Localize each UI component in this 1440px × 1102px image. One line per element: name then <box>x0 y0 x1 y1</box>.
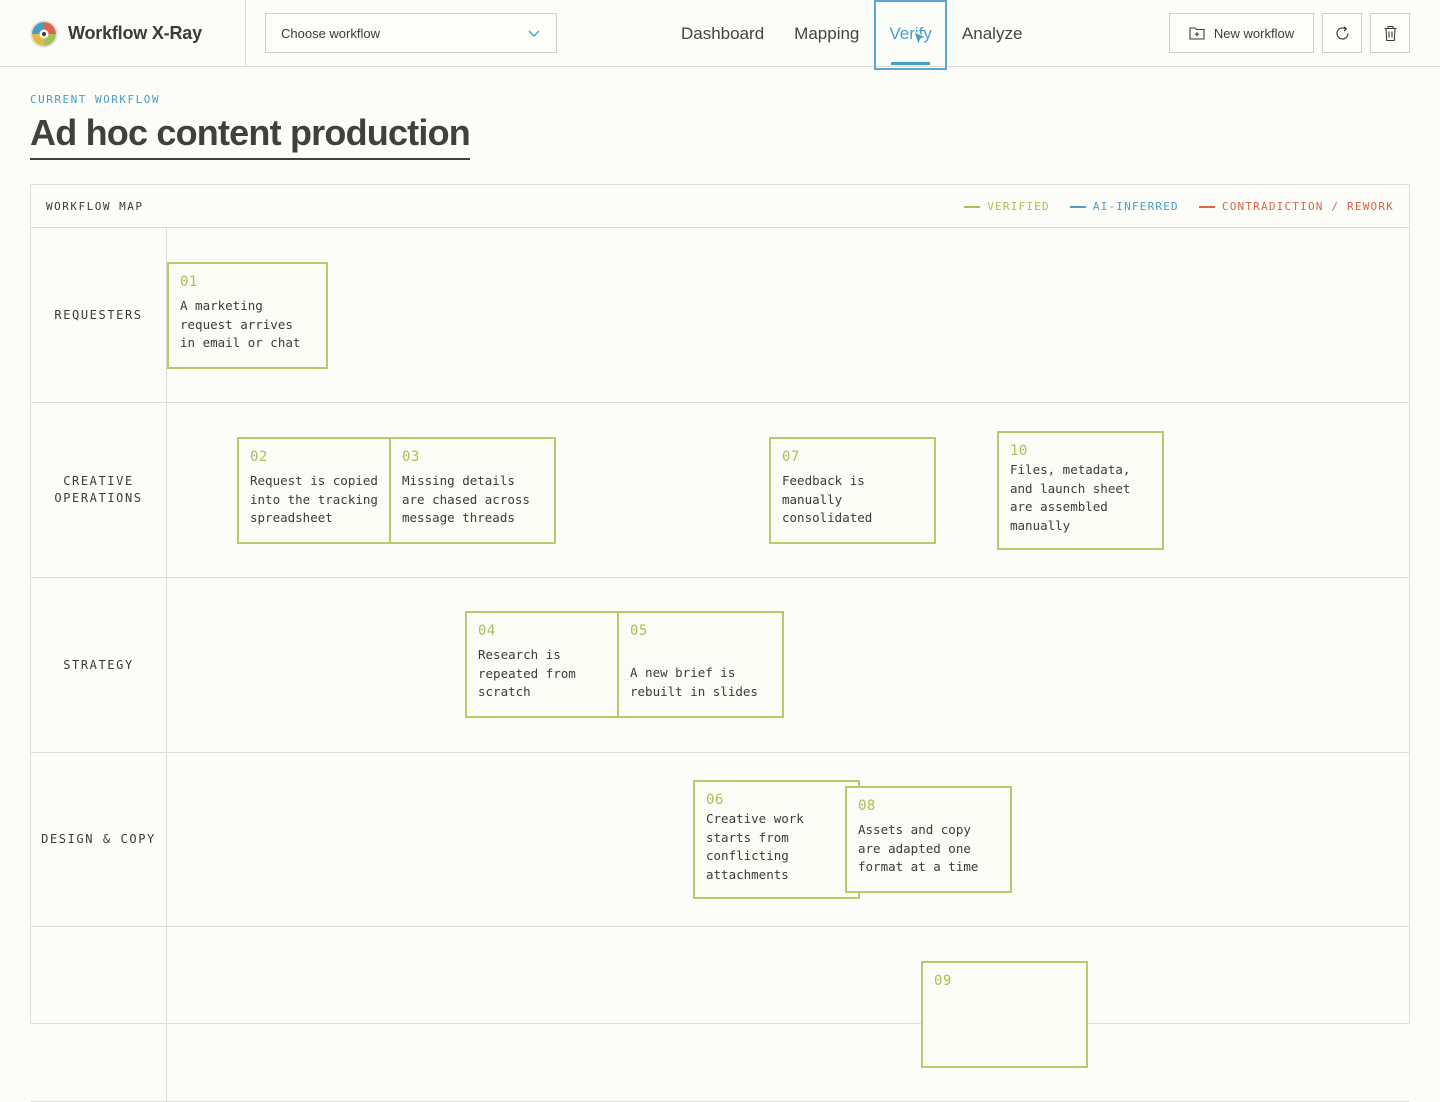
workflow-select[interactable]: Choose workflow <box>265 13 557 53</box>
lane-fifth <box>31 927 1409 1102</box>
step-card-03[interactable]: 03 Missing details are chased across mes… <box>389 437 556 544</box>
step-card-06[interactable]: 06 Creative work starts from conflicting… <box>693 780 860 899</box>
workflow-map: WORKFLOW MAP VERIFIED AI-INFERRED CONTRA… <box>30 184 1410 1102</box>
tab-dashboard[interactable]: Dashboard <box>666 0 779 67</box>
tab-analyze-label: Analyze <box>961 23 1023 43</box>
workflow-select-value: Choose workflow <box>281 25 380 41</box>
tab-mapping-label: Mapping <box>794 23 860 43</box>
step-text: A new brief is rebuilt in slides <box>630 665 758 699</box>
lane-label: DESIGN & COPY <box>31 752 167 926</box>
step-card-05[interactable]: 05 A new brief is rebuilt in slides <box>617 611 784 718</box>
step-number: 05 <box>630 623 648 639</box>
step-text: Feedback is manually consolidated <box>782 473 873 525</box>
step-text: Creative work starts from conflicting at… <box>706 811 804 882</box>
chevron-down-icon <box>528 30 540 37</box>
step-card-10[interactable]: 10 Files, metadata, and launch sheet are… <box>997 431 1164 550</box>
step-number: 01 <box>180 274 198 290</box>
step-number: 03 <box>402 449 420 465</box>
step-card-01[interactable]: 01 A marketing request arrives in email … <box>167 262 328 369</box>
step-card-07[interactable]: 07 Feedback is manually consolidated <box>769 437 936 544</box>
step-text: Research is repeated from scratch <box>478 647 576 699</box>
tab-active-indicator <box>891 62 930 65</box>
refresh-icon <box>1335 25 1349 39</box>
mouse-cursor-icon <box>913 31 928 47</box>
new-workflow-button[interactable]: New workflow <box>1169 13 1314 53</box>
delete-button[interactable] <box>1370 13 1410 53</box>
step-text: Missing details are chased across messag… <box>402 473 530 525</box>
step-text: Files, metadata, and launch sheet are as… <box>1010 462 1131 533</box>
tab-verify[interactable]: Verify <box>874 0 947 70</box>
lane-label: STRATEGY <box>31 578 167 752</box>
step-card-04[interactable]: 04 Research is repeated from scratch <box>465 611 619 718</box>
brand-logo-icon <box>30 20 58 47</box>
lane-label: REQUESTERS <box>31 228 167 402</box>
step-number: 07 <box>782 449 800 465</box>
legend-contradiction-swatch <box>1198 205 1215 208</box>
refresh-button[interactable] <box>1322 13 1362 53</box>
lane-label: CREATIVE OPERATIONS <box>31 403 167 577</box>
legend-ai-inferred-label: AI-INFERRED <box>1092 200 1179 213</box>
workflow-map-title: WORKFLOW MAP <box>46 200 144 213</box>
tab-dashboard-label: Dashboard <box>681 23 765 43</box>
step-text: Assets and copy are adapted one format a… <box>858 822 979 874</box>
app-header: Workflow X-Ray Choose workflow Dashboard… <box>0 0 1440 70</box>
app-name: Workflow X-Ray <box>68 23 202 43</box>
step-number: 08 <box>858 798 876 814</box>
step-text: A marketing request arrives in email or … <box>180 298 301 350</box>
main-nav: Dashboard Mapping Verify Analyze <box>666 0 1037 70</box>
step-number: 06 <box>706 792 724 808</box>
trash-icon <box>1384 25 1396 41</box>
page-title: Ad hoc content production <box>30 112 471 160</box>
legend-contradiction-label: CONTRADICTION / REWORK <box>1221 200 1394 213</box>
legend-ai-inferred: AI-INFERRED <box>1069 200 1179 213</box>
step-number: 04 <box>478 623 496 639</box>
step-number: 09 <box>934 973 952 989</box>
tab-analyze[interactable]: Analyze <box>947 0 1037 67</box>
step-number: 10 <box>1010 443 1028 459</box>
step-card-08[interactable]: 08 Assets and copy are adapted one forma… <box>845 786 1012 893</box>
new-folder-icon <box>1189 27 1205 40</box>
step-card-02[interactable]: 02 Request is copied into the tracking s… <box>237 437 391 544</box>
legend-verified-swatch <box>964 205 981 208</box>
step-text: Request is copied into the tracking spre… <box>250 473 378 525</box>
current-workflow-eyebrow: CURRENT WORKFLOW <box>30 93 160 106</box>
legend-verified: VERIFIED <box>964 200 1050 213</box>
step-card-09[interactable]: 09 <box>921 961 1088 1068</box>
step-number: 02 <box>250 449 268 465</box>
map-legend: VERIFIED AI-INFERRED CONTRADICTION / REW… <box>964 200 1394 213</box>
new-workflow-label: New workflow <box>1213 25 1295 41</box>
legend-ai-inferred-swatch <box>1069 205 1086 208</box>
legend-verified-label: VERIFIED <box>987 200 1050 213</box>
brand[interactable]: Workflow X-Ray <box>0 0 246 67</box>
legend-contradiction: CONTRADICTION / REWORK <box>1198 200 1394 213</box>
workflow-map-header: WORKFLOW MAP VERIFIED AI-INFERRED CONTRA… <box>31 185 1409 228</box>
tab-mapping[interactable]: Mapping <box>779 0 874 67</box>
lane-label <box>31 927 167 1101</box>
